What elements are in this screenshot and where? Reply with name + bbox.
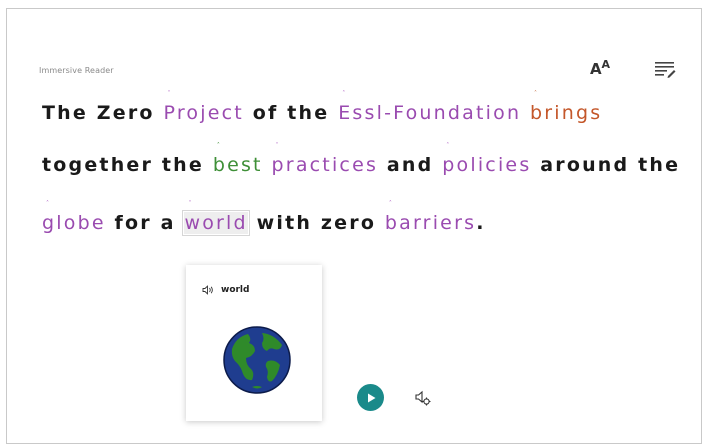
text-fragment: for a xyxy=(105,212,185,234)
text-fragment: with zero xyxy=(247,212,385,234)
word-text: policies xyxy=(442,154,532,176)
text-fragment: around the xyxy=(531,154,681,176)
word-policies-noun[interactable]: ˄ policies xyxy=(442,143,532,177)
part-of-speech-marker: ˄ xyxy=(388,200,392,207)
word-essl-foundation-noun[interactable]: ˄ Essl-Foundation xyxy=(338,91,522,125)
reading-preferences-button[interactable] xyxy=(651,56,679,82)
text-line-3: ˄ globe for a ˄ world with zero ˄ barriers. xyxy=(42,201,692,270)
word-brings-verb[interactable]: ˄ brings xyxy=(530,91,603,125)
picture-dictionary-card: world xyxy=(186,265,322,421)
text-fragment: together the xyxy=(42,154,213,176)
app-title: Immersive Reader xyxy=(39,66,114,75)
word-best-adjective[interactable]: ˄ best xyxy=(212,143,263,177)
reading-preferences-icon xyxy=(655,62,676,78)
text-fragment xyxy=(521,102,530,124)
word-globe-noun[interactable]: ˄ globe xyxy=(42,201,106,235)
word-text: practices xyxy=(271,154,379,176)
text-fragment: and xyxy=(378,154,443,176)
text-fragment: of the xyxy=(243,102,339,124)
play-button[interactable] xyxy=(357,384,384,411)
picture-dictionary-word: world xyxy=(221,285,250,295)
text-fragment: Zero xyxy=(96,102,164,124)
word-text: best xyxy=(212,154,263,176)
word-text: Essl-Foundation xyxy=(338,102,522,124)
word-text: brings xyxy=(530,102,603,124)
picture-dictionary-header: world xyxy=(202,285,249,295)
globe-icon xyxy=(223,326,291,394)
word-text: globe xyxy=(42,212,106,234)
text-fragment: The xyxy=(42,102,97,124)
text-fragment: . xyxy=(476,212,486,234)
word-text: barriers xyxy=(384,212,477,234)
speaker-icon[interactable] xyxy=(202,285,214,295)
text-preferences-button[interactable]: AA xyxy=(586,56,614,82)
selected-word-world-noun[interactable]: ˄ world xyxy=(182,201,250,236)
text-fragment xyxy=(263,154,272,176)
part-of-speech-marker: ˄ xyxy=(167,90,171,97)
text-line-1: The Zero ˄ Project of the ˄ Essl-Foundatio… xyxy=(42,91,692,154)
part-of-speech-marker: ˄ xyxy=(534,90,538,97)
word-project-noun[interactable]: ˄ Project xyxy=(163,91,244,125)
word-text: world xyxy=(184,212,248,234)
play-icon xyxy=(367,393,375,402)
reader-text: The Zero ˄ Project of the ˄ Essl-Foundatio… xyxy=(42,91,692,270)
part-of-speech-marker: ˄ xyxy=(275,142,279,149)
part-of-speech-marker: ˄ xyxy=(446,142,450,149)
voice-settings-icon[interactable] xyxy=(414,389,432,407)
text-preferences-icon: A xyxy=(589,60,602,78)
part-of-speech-marker: ˄ xyxy=(46,200,49,207)
part-of-speech-marker: ˄ xyxy=(188,200,192,207)
text-line-2: together the ˄ best ˄ practices and ˄ polic… xyxy=(42,143,692,212)
part-of-speech-marker: ˄ xyxy=(216,142,220,149)
word-practices-noun[interactable]: ˄ practices xyxy=(271,143,379,177)
part-of-speech-marker: ˄ xyxy=(342,90,346,97)
word-barriers-noun[interactable]: ˄ barriers xyxy=(384,201,477,235)
word-text: Project xyxy=(163,102,244,124)
